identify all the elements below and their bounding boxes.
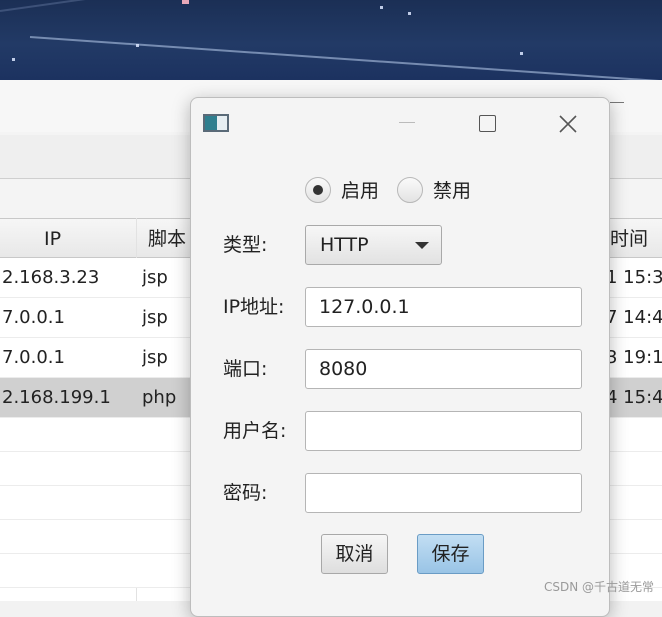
password-input[interactable] bbox=[305, 473, 582, 513]
dialog-titlebar[interactable] bbox=[191, 98, 609, 148]
column-header-script[interactable]: 脚本 bbox=[148, 219, 186, 259]
radio-enable-circle bbox=[305, 177, 331, 203]
cell-script: jsp bbox=[142, 307, 168, 328]
port-input[interactable]: 8080 bbox=[305, 349, 582, 389]
cell-time: 7 14:4 bbox=[606, 307, 662, 328]
column-header-ip[interactable]: IP bbox=[44, 219, 61, 259]
cell-time: 1 15:3 bbox=[606, 267, 662, 288]
column-header-time[interactable]: 时间 bbox=[610, 219, 648, 259]
username-input[interactable] bbox=[305, 411, 582, 451]
desktop-wallpaper bbox=[0, 0, 662, 80]
save-button[interactable]: 保存 bbox=[417, 534, 484, 574]
maximize-icon[interactable] bbox=[467, 108, 507, 138]
cell-time: 4 15:4 bbox=[606, 387, 662, 408]
cell-ip: 2.168.199.1 bbox=[2, 387, 111, 408]
type-label: 类型: bbox=[223, 234, 268, 256]
cell-ip: 2.168.3.23 bbox=[2, 267, 100, 288]
close-icon[interactable] bbox=[547, 108, 587, 138]
cell-script: jsp bbox=[142, 347, 168, 368]
type-select-value: HTTP bbox=[320, 234, 369, 256]
main-minimize-icon[interactable] bbox=[610, 102, 624, 103]
cancel-button[interactable]: 取消 bbox=[321, 534, 388, 574]
radio-enable-label: 启用 bbox=[341, 180, 380, 202]
password-label: 密码: bbox=[223, 482, 268, 504]
cell-ip: 7.0.0.1 bbox=[2, 307, 65, 328]
cell-ip: 7.0.0.1 bbox=[2, 347, 65, 368]
username-label: 用户名: bbox=[223, 420, 287, 442]
port-label: 端口: bbox=[223, 358, 268, 380]
chevron-down-icon bbox=[415, 242, 429, 249]
cell-script: jsp bbox=[142, 267, 168, 288]
radio-disable-label: 禁用 bbox=[433, 180, 472, 202]
app-window-icon bbox=[203, 114, 229, 132]
minimize-icon[interactable] bbox=[387, 108, 427, 138]
ip-label: IP地址: bbox=[223, 296, 285, 318]
proxy-dialog: 启用 禁用 类型: HTTP IP地址: 127.0.0.1 端口: 8080 … bbox=[190, 97, 610, 617]
cell-script: php bbox=[142, 387, 177, 408]
type-select[interactable]: HTTP bbox=[305, 225, 442, 265]
ip-input[interactable]: 127.0.0.1 bbox=[305, 287, 582, 327]
radio-disable-circle bbox=[397, 177, 423, 203]
cell-time: 3 19:1 bbox=[606, 347, 662, 368]
watermark: CSDN @千古道无常 bbox=[543, 580, 654, 594]
